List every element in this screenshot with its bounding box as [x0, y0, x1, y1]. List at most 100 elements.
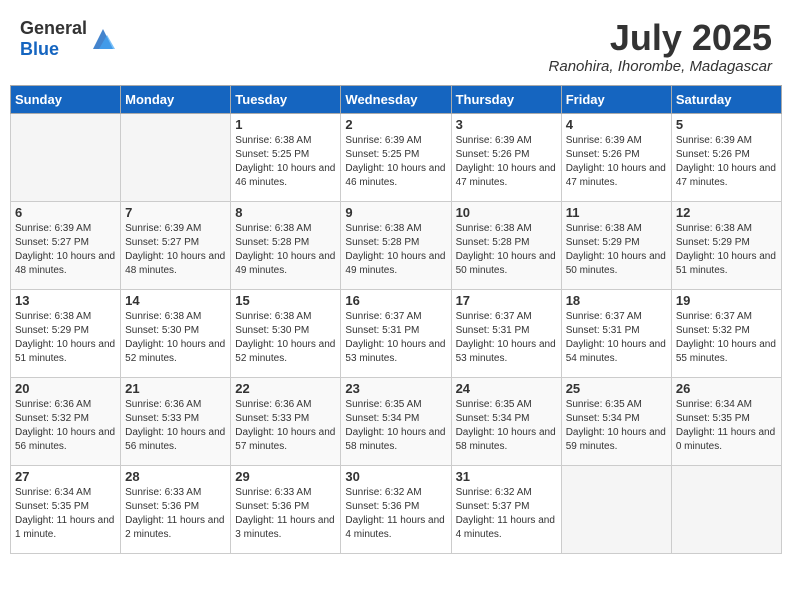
- logo-icon: [89, 25, 117, 53]
- day-number: 26: [676, 381, 777, 396]
- day-detail: Sunrise: 6:39 AMSunset: 5:25 PMDaylight:…: [345, 134, 446, 190]
- day-number: 7: [125, 205, 226, 220]
- calendar-cell: 1Sunrise: 6:38 AMSunset: 5:25 PMDaylight…: [231, 113, 341, 201]
- day-detail: Sunrise: 6:37 AMSunset: 5:31 PMDaylight:…: [456, 310, 557, 366]
- calendar-cell: 17 Sunrise: 6:37 AMSunset: 5:31 PMDayligh…: [451, 289, 561, 377]
- day-detail: Sunrise: 6:36 AMSunset: 5:33 PMDaylight:…: [235, 398, 336, 454]
- calendar-cell: 12 Sunrise: 6:38 AMSunset: 5:29 PMDayligh…: [671, 201, 781, 289]
- day-number: 11: [566, 205, 667, 220]
- month-year-title: July 2025: [549, 18, 772, 58]
- calendar-header-row: SundayMondayTuesdayWednesdayThursdayFrid…: [11, 85, 782, 113]
- calendar-cell: [11, 113, 121, 201]
- day-number: 1: [235, 117, 336, 132]
- day-number: 17: [456, 293, 557, 308]
- day-detail: Sunrise: 6:38 AMSunset: 5:30 PMDaylight:…: [235, 310, 336, 366]
- day-detail: Sunrise: 6:32 AMSunset: 5:36 PMDaylight:…: [345, 486, 446, 542]
- day-detail: Sunrise: 6:38 AMSunset: 5:29 PMDaylight:…: [15, 310, 116, 366]
- day-detail: Sunrise: 6:39 AMSunset: 5:27 PMDaylight:…: [15, 222, 116, 278]
- day-number: 21: [125, 381, 226, 396]
- day-detail: Sunrise: 6:38 AMSunset: 5:29 PMDaylight:…: [676, 222, 777, 278]
- logo: General Blue: [20, 18, 117, 60]
- calendar-cell: 28Sunrise: 6:33 AMSunset: 5:36 PMDayligh…: [121, 465, 231, 553]
- day-number: 28: [125, 469, 226, 484]
- calendar-week-row: 13 Sunrise: 6:38 AMSunset: 5:29 PMDayligh…: [11, 289, 782, 377]
- day-number: 9: [345, 205, 446, 220]
- day-number: 5: [676, 117, 777, 132]
- title-section: July 2025 Ranohira, Ihorombe, Madagascar: [549, 18, 772, 75]
- weekday-header-sunday: Sunday: [11, 85, 121, 113]
- day-detail: Sunrise: 6:34 AMSunset: 5:35 PMDaylight:…: [15, 486, 116, 542]
- day-number: 13: [15, 293, 116, 308]
- day-detail: Sunrise: 6:38 AMSunset: 5:28 PMDaylight:…: [235, 222, 336, 278]
- calendar-cell: 2 Sunrise: 6:39 AMSunset: 5:25 PMDaylight…: [341, 113, 451, 201]
- day-number: 14: [125, 293, 226, 308]
- calendar-cell: 24 Sunrise: 6:35 AMSunset: 5:34 PMDayligh…: [451, 377, 561, 465]
- day-number: 2: [345, 117, 446, 132]
- calendar-cell: 18Sunrise: 6:37 AMSunset: 5:31 PMDayligh…: [561, 289, 671, 377]
- day-detail: Sunrise: 6:36 AMSunset: 5:33 PMDaylight:…: [125, 398, 226, 454]
- weekday-header-tuesday: Tuesday: [231, 85, 341, 113]
- calendar-cell: 31Sunrise: 6:32 AMSunset: 5:37 PMDayligh…: [451, 465, 561, 553]
- weekday-header-saturday: Saturday: [671, 85, 781, 113]
- calendar-cell: 7Sunrise: 6:39 AMSunset: 5:27 PMDaylight…: [121, 201, 231, 289]
- day-number: 19: [676, 293, 777, 308]
- day-number: 16: [345, 293, 446, 308]
- day-number: 24: [456, 381, 557, 396]
- day-number: 23: [345, 381, 446, 396]
- calendar-cell: 6 Sunrise: 6:39 AMSunset: 5:27 PMDaylight…: [11, 201, 121, 289]
- day-detail: Sunrise: 6:38 AMSunset: 5:28 PMDaylight:…: [345, 222, 446, 278]
- calendar-cell: 13 Sunrise: 6:38 AMSunset: 5:29 PMDayligh…: [11, 289, 121, 377]
- day-number: 12: [676, 205, 777, 220]
- day-number: 8: [235, 205, 336, 220]
- calendar-cell: 26 Sunrise: 6:34 AMSunset: 5:35 PMDayligh…: [671, 377, 781, 465]
- day-number: 4: [566, 117, 667, 132]
- day-number: 22: [235, 381, 336, 396]
- calendar-cell: 27 Sunrise: 6:34 AMSunset: 5:35 PMDayligh…: [11, 465, 121, 553]
- location-subtitle: Ranohira, Ihorombe, Madagascar: [549, 58, 772, 75]
- calendar-cell: 5 Sunrise: 6:39 AMSunset: 5:26 PMDaylight…: [671, 113, 781, 201]
- calendar-cell: 22 Sunrise: 6:36 AMSunset: 5:33 PMDayligh…: [231, 377, 341, 465]
- day-number: 30: [345, 469, 446, 484]
- weekday-header-friday: Friday: [561, 85, 671, 113]
- weekday-header-wednesday: Wednesday: [341, 85, 451, 113]
- calendar-cell: 3Sunrise: 6:39 AMSunset: 5:26 PMDaylight…: [451, 113, 561, 201]
- calendar-table: SundayMondayTuesdayWednesdayThursdayFrid…: [10, 85, 782, 554]
- day-detail: Sunrise: 6:39 AMSunset: 5:26 PMDaylight:…: [676, 134, 777, 190]
- day-detail: Sunrise: 6:38 AMSunset: 5:29 PMDaylight:…: [566, 222, 667, 278]
- calendar-cell: [121, 113, 231, 201]
- day-number: 6: [15, 205, 116, 220]
- logo-general: General: [20, 18, 87, 38]
- calendar-cell: 20 Sunrise: 6:36 AMSunset: 5:32 PMDayligh…: [11, 377, 121, 465]
- day-detail: Sunrise: 6:39 AMSunset: 5:26 PMDaylight:…: [456, 134, 557, 190]
- calendar-cell: [561, 465, 671, 553]
- day-detail: Sunrise: 6:32 AMSunset: 5:37 PMDaylight:…: [456, 486, 557, 542]
- day-detail: Sunrise: 6:35 AMSunset: 5:34 PMDaylight:…: [456, 398, 557, 454]
- calendar-cell: 9 Sunrise: 6:38 AMSunset: 5:28 PMDaylight…: [341, 201, 451, 289]
- day-detail: Sunrise: 6:38 AMSunset: 5:30 PMDaylight:…: [125, 310, 226, 366]
- calendar-cell: 10 Sunrise: 6:38 AMSunset: 5:28 PMDayligh…: [451, 201, 561, 289]
- day-number: 20: [15, 381, 116, 396]
- calendar-week-row: 20 Sunrise: 6:36 AMSunset: 5:32 PMDayligh…: [11, 377, 782, 465]
- calendar-cell: 16 Sunrise: 6:37 AMSunset: 5:31 PMDayligh…: [341, 289, 451, 377]
- day-detail: Sunrise: 6:37 AMSunset: 5:31 PMDaylight:…: [566, 310, 667, 366]
- calendar-cell: 11 Sunrise: 6:38 AMSunset: 5:29 PMDayligh…: [561, 201, 671, 289]
- day-detail: Sunrise: 6:33 AMSunset: 5:36 PMDaylight:…: [235, 486, 336, 542]
- calendar-cell: 19Sunrise: 6:37 AMSunset: 5:32 PMDayligh…: [671, 289, 781, 377]
- day-detail: Sunrise: 6:34 AMSunset: 5:35 PMDaylight:…: [676, 398, 777, 454]
- day-number: 10: [456, 205, 557, 220]
- weekday-header-monday: Monday: [121, 85, 231, 113]
- calendar-cell: 25Sunrise: 6:35 AMSunset: 5:34 PMDayligh…: [561, 377, 671, 465]
- day-detail: Sunrise: 6:39 AMSunset: 5:26 PMDaylight:…: [566, 134, 667, 190]
- day-detail: Sunrise: 6:37 AMSunset: 5:31 PMDaylight:…: [345, 310, 446, 366]
- calendar-week-row: 1Sunrise: 6:38 AMSunset: 5:25 PMDaylight…: [11, 113, 782, 201]
- day-number: 29: [235, 469, 336, 484]
- day-number: 27: [15, 469, 116, 484]
- calendar-cell: 14 Sunrise: 6:38 AMSunset: 5:30 PMDayligh…: [121, 289, 231, 377]
- calendar-cell: [671, 465, 781, 553]
- day-detail: Sunrise: 6:36 AMSunset: 5:32 PMDaylight:…: [15, 398, 116, 454]
- calendar-cell: 15Sunrise: 6:38 AMSunset: 5:30 PMDayligh…: [231, 289, 341, 377]
- day-detail: Sunrise: 6:35 AMSunset: 5:34 PMDaylight:…: [345, 398, 446, 454]
- day-detail: Sunrise: 6:35 AMSunset: 5:34 PMDaylight:…: [566, 398, 667, 454]
- day-detail: Sunrise: 6:38 AMSunset: 5:28 PMDaylight:…: [456, 222, 557, 278]
- calendar-cell: 8 Sunrise: 6:38 AMSunset: 5:28 PMDaylight…: [231, 201, 341, 289]
